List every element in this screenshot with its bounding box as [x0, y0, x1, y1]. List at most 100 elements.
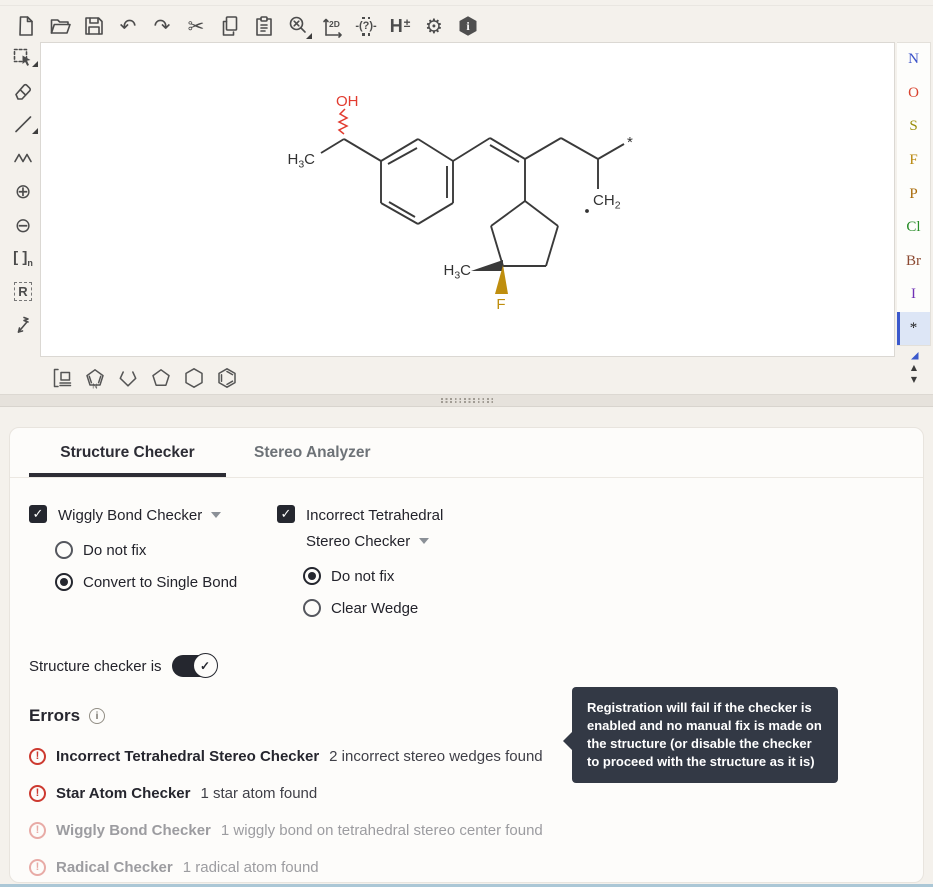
radio-label: Do not fix — [331, 568, 394, 585]
radio-button[interactable] — [303, 599, 321, 617]
checker-checkbox[interactable]: ✓ — [277, 505, 295, 523]
checker-group: ✓ Incorrect Tetrahedral Stereo Checker Do … — [277, 503, 525, 617]
error-alert-icon: ! — [29, 748, 46, 765]
element-button-p[interactable]: P — [897, 177, 930, 211]
radio-option[interactable]: Do not fix — [55, 541, 277, 559]
checker-checkbox[interactable]: ✓ — [29, 505, 47, 523]
hydrogens-icon: H± — [390, 16, 411, 37]
checker-label: Wiggly Bond Checker — [58, 503, 221, 529]
checker-label: Incorrect Tetrahedral Stereo Checker — [306, 503, 468, 555]
tab-structure-checker[interactable]: Structure Checker — [29, 428, 226, 477]
settings-button[interactable]: ⚙ — [422, 12, 446, 40]
select-tool[interactable] — [10, 46, 36, 68]
radical-dot — [585, 209, 589, 213]
checker-group: ✓ Wiggly Bond Checker Do not fix Convert to… — [29, 503, 277, 617]
cut-button[interactable]: ✂ — [184, 12, 208, 40]
radio-option[interactable]: Convert to Single Bond — [55, 573, 277, 591]
error-detail: 1 star atom found — [201, 785, 318, 802]
atom-label: OH — [336, 93, 359, 110]
clean-2d-button[interactable]: 2D — [320, 12, 344, 40]
settings-button-icon: ⚙ — [425, 16, 443, 36]
benzene-template-button[interactable] — [213, 364, 240, 392]
errors-title: Errors — [29, 706, 80, 726]
radio-button[interactable] — [55, 541, 73, 559]
chevron-down-icon[interactable] — [419, 538, 429, 544]
bond — [344, 139, 381, 161]
structure-checker-toggle-label: Structure checker is — [29, 658, 162, 675]
cyclopentadiene-template-button[interactable] — [114, 364, 141, 392]
zoom-tool-button[interactable] — [286, 12, 310, 40]
radio-button[interactable] — [55, 573, 73, 591]
cyclohexane-template-button[interactable] — [180, 364, 207, 392]
cyclopentane-template-button[interactable] — [147, 364, 174, 392]
radio-option[interactable]: Clear Wedge — [303, 599, 525, 617]
element-button-star[interactable]: * — [897, 312, 930, 346]
bond — [491, 201, 525, 226]
chevron-down-icon[interactable] — [211, 512, 221, 518]
undo-button-icon: ↶ — [120, 16, 137, 36]
error-alert-icon: ! — [29, 785, 46, 802]
bond — [491, 226, 503, 266]
element-button-o[interactable]: O — [897, 77, 930, 111]
element-button-cl[interactable]: Cl — [897, 211, 930, 245]
bond — [388, 148, 417, 164]
panel-tabs: Structure Checker Stereo Analyzer — [10, 428, 923, 478]
checker-tooltip: Registration will fail if the checker is… — [572, 687, 838, 783]
charge-minus-tool[interactable]: ⊖ — [10, 214, 36, 236]
radio-label: Do not fix — [83, 542, 146, 559]
sgroup-tool[interactable]: [ ]n — [10, 247, 36, 269]
structure-checker-toggle[interactable]: ✓ — [172, 655, 216, 677]
expand-periodic-table-button[interactable] — [909, 350, 920, 361]
element-button-f[interactable]: F — [897, 144, 930, 178]
scroll-up-icon[interactable]: ▲ — [911, 363, 917, 373]
paste-button[interactable] — [252, 12, 276, 40]
save-button[interactable] — [82, 12, 106, 40]
bond — [561, 138, 598, 159]
radio-label: Convert to Single Bond — [83, 574, 237, 591]
element-button-n[interactable]: N — [897, 43, 930, 77]
eraser-tool[interactable] — [10, 80, 36, 102]
chain-tool[interactable] — [10, 147, 36, 169]
tab-stereo-analyzer[interactable]: Stereo Analyzer — [254, 428, 371, 477]
new-document-button[interactable] — [14, 12, 38, 40]
rgroup-tool[interactable]: R — [10, 281, 36, 303]
error-row: !Wiggly Bond Checker1 wiggly bond on tet… — [29, 820, 904, 840]
scroll-down-icon[interactable]: ▼ — [911, 375, 917, 385]
checker-settings: ✓ Wiggly Bond Checker Do not fix Convert to… — [29, 503, 904, 617]
element-button-s[interactable]: S — [897, 110, 930, 144]
error-detail: 1 radical atom found — [183, 859, 319, 876]
error-detail: 1 wiggly bond on tetrahedral stereo cent… — [221, 822, 543, 839]
atom-map-button[interactable]: -(?)- — [354, 12, 378, 40]
copy-button[interactable] — [218, 12, 242, 40]
reaction-arrow-tool[interactable] — [10, 314, 36, 336]
bond-tool[interactable] — [10, 113, 36, 135]
element-button-i[interactable]: I — [897, 278, 930, 312]
template-library-button[interactable] — [48, 364, 75, 392]
bond — [525, 201, 558, 226]
atom-label: F — [496, 296, 505, 313]
charge-plus-tool[interactable]: ⊕ — [10, 180, 36, 202]
charge-plus-tool-icon: ⊕ — [15, 181, 32, 201]
undo-button[interactable]: ↶ — [116, 12, 140, 40]
pyrrole-template-button[interactable]: N — [81, 364, 108, 392]
error-row: ! Star Atom Checker 1 star atom found — [29, 783, 904, 803]
radio-label: Clear Wedge — [331, 600, 418, 617]
radio-button[interactable] — [303, 567, 321, 585]
bond — [598, 144, 624, 159]
toggle-knob-check-icon: ✓ — [193, 653, 218, 678]
structure-canvas[interactable]: OHH3CH3CFCH2* — [40, 42, 895, 357]
atom-label: CH2 — [593, 192, 621, 212]
resize-handle-icon[interactable] — [441, 398, 493, 404]
errors-info-icon[interactable]: i — [89, 708, 105, 724]
bond — [546, 226, 558, 266]
element-button-br[interactable]: Br — [897, 244, 930, 278]
open-button[interactable] — [48, 12, 72, 40]
radio-option[interactable]: Do not fix — [303, 567, 525, 585]
hydrogens-button[interactable]: H± — [388, 12, 412, 40]
error-checker-name: Star Atom Checker — [56, 785, 191, 802]
info-button[interactable]: i — [456, 12, 480, 40]
template-bar: N — [48, 364, 240, 392]
redo-button[interactable]: ↷ — [150, 12, 174, 40]
error-detail: 2 incorrect stereo wedges found — [329, 748, 542, 765]
panel-resize-divider[interactable] — [0, 394, 933, 407]
